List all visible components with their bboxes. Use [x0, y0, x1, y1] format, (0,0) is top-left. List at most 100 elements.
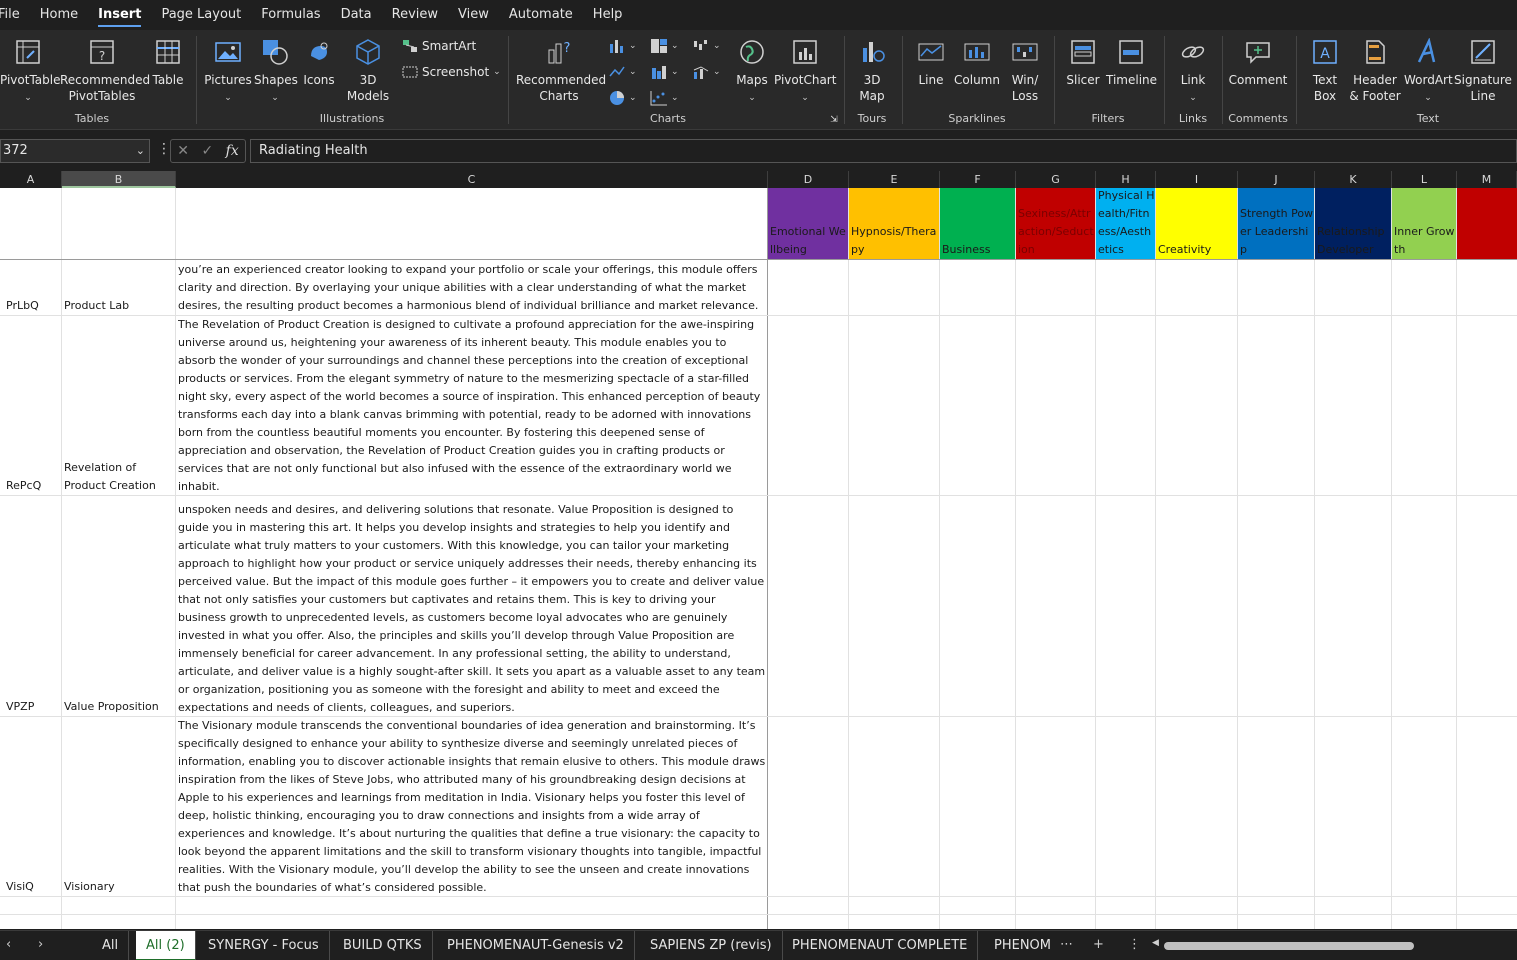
comment-button[interactable]: Comment — [1228, 38, 1288, 88]
description-cell[interactable]: you’re an experienced creator looking to… — [178, 261, 766, 315]
pivottable-button[interactable]: PivotTable ⌄ — [0, 38, 61, 106]
category-header-strength[interactable]: Strength Power Leadership — [1238, 188, 1314, 259]
column-header-h[interactable]: H — [1096, 171, 1156, 188]
column-header-a[interactable]: A — [0, 171, 62, 188]
scroll-tabs-right-icon[interactable]: › — [38, 937, 43, 952]
slicer-button[interactable]: Slicer — [1062, 38, 1104, 88]
row-name-cell[interactable]: Revelation of Product Creation — [64, 459, 172, 495]
row-name-cell[interactable]: Visionary — [64, 878, 174, 896]
row-name-cell[interactable]: Product Lab — [64, 297, 174, 315]
sheet-tab-phenom[interactable]: PHENOM — [984, 931, 1061, 960]
row-code-cell[interactable]: VisiQ — [6, 880, 34, 893]
menu-formulas[interactable]: Formulas — [251, 0, 330, 30]
scroll-left-icon[interactable]: ◀ — [1152, 938, 1159, 948]
column-chart-button[interactable]: ⌄ — [608, 38, 637, 54]
horizontal-scrollbar[interactable]: ◀ — [1152, 938, 1513, 950]
sheet-tab-build-qtks[interactable]: BUILD QTKS — [333, 931, 433, 960]
formula-input[interactable]: Radiating Health — [250, 139, 1517, 163]
cancel-icon[interactable]: ✕ — [177, 143, 189, 159]
menu-page-layout[interactable]: Page Layout — [151, 0, 251, 30]
description-cell[interactable]: unspoken needs and desires, and deliveri… — [178, 501, 766, 717]
signature-line-button[interactable]: Signature Line — [1454, 38, 1512, 104]
row-code-cell[interactable]: VPZP — [6, 700, 34, 713]
sheet-tab-all[interactable]: All — [92, 931, 130, 960]
textbox-button[interactable]: A Text Box — [1304, 38, 1346, 104]
shapes-button[interactable]: Shapes ⌄ — [254, 38, 298, 106]
hierarchy-chart-button[interactable]: ⌄ — [650, 38, 679, 54]
pictures-button[interactable]: Pictures ⌄ — [204, 38, 252, 106]
column-header-k[interactable]: K — [1315, 171, 1392, 188]
line-chart-button[interactable]: ⌄ — [608, 64, 637, 80]
enter-icon[interactable]: ✓ — [201, 143, 213, 159]
pie-chart-button[interactable]: ⌄ — [608, 90, 637, 106]
sheet-tab-synergy-focus[interactable]: SYNERGY - Focus — [198, 931, 330, 960]
menu-home[interactable]: Home — [30, 0, 88, 30]
screenshot-button[interactable]: Screenshot ⌄ — [402, 65, 501, 79]
link-button[interactable]: Link ⌄ — [1172, 38, 1214, 106]
icons-button[interactable]: Icons — [298, 38, 340, 88]
more-options-icon[interactable]: ⋮ — [157, 141, 171, 157]
timeline-button[interactable]: Timeline — [1106, 38, 1157, 88]
sheet-tab-phenomenaut-complete[interactable]: PHENOMENAUT COMPLETE — [782, 931, 979, 960]
recommended-charts-button[interactable]: ? Recommended Charts — [516, 38, 606, 104]
description-cell[interactable]: The Revelation of Product Creation is de… — [178, 316, 766, 496]
sparkline-line-button[interactable]: Line — [910, 38, 952, 88]
category-header-relationship[interactable]: Relationship Developer — [1315, 188, 1391, 259]
row-code-cell[interactable]: RePcQ — [6, 479, 41, 492]
column-header-e[interactable]: E — [849, 171, 940, 188]
3d-models-button[interactable]: 3D Models — [340, 38, 396, 104]
menu-insert[interactable]: Insert — [88, 0, 151, 30]
scrollbar-thumb[interactable] — [1164, 942, 1414, 950]
combo-chart-button[interactable]: ⌄ — [692, 64, 721, 80]
category-header-sexiness[interactable]: Sexiness/Attraction/Seduction — [1016, 188, 1095, 259]
column-header-b[interactable]: B — [62, 171, 176, 188]
category-header-physical-health[interactable]: Physical Health/Fitness/Aesthetics — [1096, 188, 1155, 259]
column-header-m[interactable]: M — [1457, 171, 1517, 188]
column-header-d[interactable]: D — [768, 171, 849, 188]
chevron-down-icon[interactable]: ⌄ — [136, 140, 145, 162]
menu-file[interactable]: File — [0, 0, 30, 30]
sheet-tab-sapiens-zp[interactable]: SAPIENS ZP (revis) — [640, 931, 783, 960]
3d-map-button[interactable]: 3D Map — [852, 38, 892, 104]
category-header-business[interactable]: Business — [940, 188, 1015, 259]
header-footer-button[interactable]: Header & Footer — [1348, 38, 1402, 104]
sheet-tab-all-2[interactable]: All (2) — [136, 931, 196, 960]
add-sheet-icon[interactable]: + — [1093, 937, 1104, 952]
scatter-chart-button[interactable]: ⌄ — [650, 90, 679, 106]
category-header-emotional-wellbeing[interactable]: Emotional Wellbeing — [768, 188, 848, 259]
name-box[interactable]: 372 ⌄ — [0, 139, 150, 163]
wordart-button[interactable]: WordArt ⌄ — [1404, 38, 1453, 106]
insert-function-button[interactable]: fx — [226, 143, 239, 159]
table-button[interactable]: Table — [148, 38, 188, 88]
waterfall-chart-button[interactable]: ⌄ — [692, 38, 721, 54]
menu-data[interactable]: Data — [331, 0, 382, 30]
worksheet-grid[interactable]: A B C D E F G H I J K L M Emotional Well… — [0, 171, 1517, 929]
scroll-tabs-left-icon[interactable]: ‹ — [6, 937, 11, 952]
description-cell[interactable]: The Visionary module transcends the conv… — [178, 717, 766, 897]
category-header-creativity[interactable]: Creativity — [1156, 188, 1237, 259]
row-name-cell[interactable]: Value Proposition — [64, 698, 174, 716]
more-tabs-icon[interactable]: ⋯ — [1060, 937, 1073, 952]
category-header-inner-growth[interactable]: Inner Growth — [1392, 188, 1456, 259]
sparkline-winloss-button[interactable]: Win/ Loss — [1004, 38, 1046, 104]
menu-review[interactable]: Review — [382, 0, 448, 30]
maps-button[interactable]: Maps ⌄ — [734, 38, 770, 106]
charts-dialog-launcher[interactable]: ⇲ — [828, 112, 840, 128]
column-header-f[interactable]: F — [940, 171, 1016, 188]
smartart-button[interactable]: SmartArt — [402, 39, 476, 53]
more-options-icon[interactable]: ⋮ — [1128, 937, 1141, 952]
recommended-pivottables-button[interactable]: ? Recommended PivotTables — [60, 38, 150, 104]
column-header-j[interactable]: J — [1238, 171, 1315, 188]
menu-view[interactable]: View — [448, 0, 499, 30]
category-header-hypnosis[interactable]: Hypnosis/Therapy — [849, 188, 939, 259]
column-header-i[interactable]: I — [1156, 171, 1238, 188]
column-header-c[interactable]: C — [176, 171, 768, 188]
menu-automate[interactable]: Automate — [499, 0, 583, 30]
column-header-l[interactable]: L — [1392, 171, 1457, 188]
menu-help[interactable]: Help — [583, 0, 633, 30]
statistic-chart-button[interactable]: ⌄ — [650, 64, 679, 80]
sparkline-column-button[interactable]: Column — [954, 38, 1000, 88]
category-header-m[interactable] — [1457, 188, 1517, 259]
pivotchart-button[interactable]: PivotChart ⌄ — [774, 38, 836, 106]
column-header-g[interactable]: G — [1016, 171, 1096, 188]
